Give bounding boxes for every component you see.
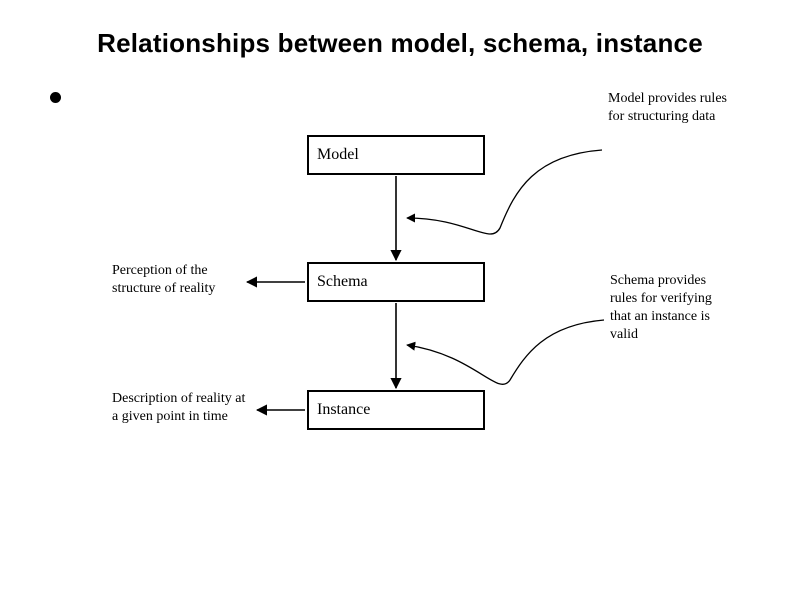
box-instance-label: Instance [317, 401, 370, 419]
box-model-label: Model [317, 146, 359, 164]
box-schema-label: Schema [317, 273, 368, 291]
bullet-icon [50, 92, 61, 103]
box-schema: Schema [307, 262, 485, 302]
page-title: Relationships between model, schema, ins… [0, 28, 800, 59]
curve-schema-rules [407, 320, 604, 384]
annot-schema-perception: Perception of the structure of reality [112, 262, 242, 298]
box-instance: Instance [307, 390, 485, 430]
box-model: Model [307, 135, 485, 175]
annot-model-rules: Model provides rules for structuring dat… [608, 90, 728, 126]
annot-instance-desc: Description of reality at a given point … [112, 390, 252, 426]
annot-schema-rules: Schema provides rules for verifying that… [610, 272, 730, 344]
